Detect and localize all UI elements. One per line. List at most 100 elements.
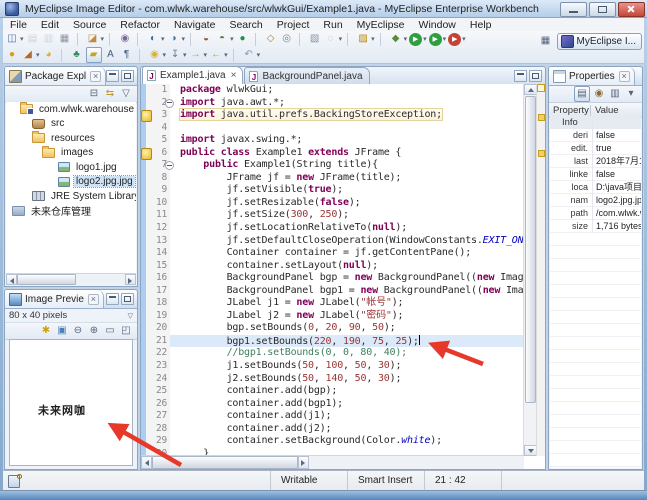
print-icon[interactable]: ▦ — [57, 32, 73, 46]
new-wizard-icon[interactable]: ◫▾ — [4, 32, 25, 46]
maximize-view-icon[interactable] — [121, 70, 134, 82]
show-categories-icon[interactable]: ▤ — [573, 86, 591, 102]
minimize-view-icon[interactable] — [106, 70, 119, 82]
code-line-1[interactable]: 1package wlwkGui; — [141, 84, 524, 97]
scroll-thumb[interactable] — [17, 274, 76, 285]
perspective-button[interactable]: MyEclipse I... — [557, 33, 642, 50]
tree-item-images[interactable]: images — [6, 146, 136, 161]
properties-menu-icon[interactable]: ▾ — [623, 87, 639, 101]
warning-marker[interactable] — [538, 150, 545, 157]
maximize-view-icon[interactable] — [121, 293, 134, 305]
scroll-right-icon[interactable] — [125, 274, 136, 285]
tree-item-com.wlwk.warehouse[interactable]: com.wlwk.warehouse — [6, 102, 136, 117]
preview-menu-icon[interactable]: ▽ — [128, 312, 133, 320]
maximize-button[interactable] — [589, 2, 616, 17]
code-line-27[interactable]: 27 container.add(j1); — [141, 410, 524, 423]
code-line-3[interactable]: 3import java.util.prefs.BackingStoreExce… — [141, 109, 524, 122]
code-line-6[interactable]: 6public class Example1 extends JFrame { — [141, 147, 524, 160]
save-all-icon[interactable]: ▥ — [41, 32, 57, 46]
code-line-13[interactable]: 13 jf.setDefaultCloseOperation(WindowCon… — [141, 235, 524, 248]
scroll-right-icon[interactable] — [298, 456, 309, 469]
menu-refactor[interactable]: Refactor — [113, 19, 167, 31]
property-row-edit.[interactable]: edit.true — [550, 142, 641, 155]
code-line-11[interactable]: 11 jf.setSize(300, 250); — [141, 209, 524, 222]
restore-defaults-icon[interactable]: ▥ — [607, 87, 623, 101]
run-icon[interactable]: ▶▾ — [408, 33, 428, 46]
code-line-14[interactable]: 14 Container container = jf.getContentPa… — [141, 247, 524, 260]
tree-item-未来仓库管理[interactable]: 未来仓库管理 — [6, 204, 136, 219]
update-site-icon[interactable]: ◉ — [117, 32, 133, 46]
code-line-12[interactable]: 12 jf.setLocationRelativeTo(null); — [141, 222, 524, 235]
actual-size-icon[interactable]: ▭ — [102, 324, 118, 338]
debug-user-icon[interactable]: ◐▾ — [145, 32, 166, 46]
code-line-20[interactable]: 20 bgp.setBounds(0, 20, 90, 50); — [141, 322, 524, 335]
code-line-8[interactable]: 8 JFrame jf = new JFrame(title); — [141, 172, 524, 185]
next-annotation-icon[interactable]: →▾ — [188, 48, 209, 62]
property-row-last[interactable]: last2018年7月13.. — [550, 155, 641, 168]
code-line-16[interactable]: 16 BackgroundPanel bgp = new BackgroundP… — [141, 272, 524, 285]
property-row-linke[interactable]: linkefalse — [550, 168, 641, 181]
minimize-editor-icon[interactable] — [514, 70, 527, 82]
menu-edit[interactable]: Edit — [34, 19, 66, 31]
show-image-icon[interactable]: ▣ — [54, 324, 70, 338]
close-button[interactable] — [618, 2, 645, 17]
close-package-explorer-icon[interactable]: × — [90, 71, 101, 82]
image-tool-icon[interactable]: ● — [4, 48, 20, 62]
property-column-header[interactable]: Property — [549, 105, 591, 116]
code-line-2[interactable]: 2import java.awt.*; — [141, 97, 524, 110]
deploy-icon[interactable]: ◌▾ — [323, 32, 344, 46]
scroll-thumb[interactable] — [525, 96, 536, 403]
zoom-out-icon[interactable]: ⊖ — [70, 324, 86, 338]
external-tools-icon[interactable]: ▶▾ — [447, 33, 467, 46]
scroll-left-icon[interactable] — [6, 274, 17, 285]
fast-view-icon[interactable] — [8, 475, 20, 488]
property-row-Info[interactable]: Info — [550, 116, 641, 129]
package-explorer-hscrollbar[interactable] — [6, 273, 136, 285]
scroll-thumb[interactable] — [152, 456, 298, 469]
property-row-loca[interactable]: locaD:\java项目\c.. — [550, 181, 641, 194]
last-edit-location-icon[interactable]: ↶▾ — [241, 48, 262, 62]
open-resource-icon[interactable]: ▨▾ — [355, 32, 376, 46]
menu-search[interactable]: Search — [222, 19, 269, 31]
menu-file[interactable]: File — [3, 19, 34, 31]
menu-help[interactable]: Help — [463, 19, 499, 31]
color-picker-icon[interactable]: ♣ — [69, 48, 85, 62]
value-column-header[interactable]: Value — [591, 105, 642, 116]
run-user-icon[interactable]: ◑▾ — [166, 32, 187, 46]
code-line-9[interactable]: 9 jf.setVisible(true); — [141, 184, 524, 197]
minimize-view-icon[interactable] — [106, 293, 119, 305]
view-menu-icon[interactable]: ▽ — [118, 87, 134, 101]
code-line-22[interactable]: 22 //bgp1.setBounds(0, 0, 80, 40); — [141, 347, 524, 360]
code-line-17[interactable]: 17 BackgroundPanel bgp1 = new Background… — [141, 285, 524, 298]
menu-myeclipse[interactable]: MyEclipse — [350, 19, 412, 31]
editor-tab-Example1.java[interactable]: Example1.java× — [142, 66, 243, 84]
code-line-29[interactable]: 29 container.setBackground(Color.white); — [141, 435, 524, 448]
warning-marker[interactable] — [538, 114, 545, 121]
link-with-editor-icon[interactable]: ⇆ — [102, 87, 118, 101]
text-tool-icon[interactable]: A — [103, 48, 119, 62]
code-editor[interactable]: 1package wlwkGui;2import java.awt.*;3imp… — [141, 84, 524, 456]
local-history-icon[interactable]: ◎ — [279, 32, 295, 46]
code-line-21[interactable]: 21 bgp1.setBounds(220, 190, 75, 25); — [141, 335, 524, 348]
property-row-nam[interactable]: namlogo2.jpg.jpg — [550, 194, 641, 207]
menu-navigate[interactable]: Navigate — [167, 19, 222, 31]
tree-item-resources[interactable]: resources — [6, 131, 136, 146]
show-whitespace-icon[interactable]: ¶ — [119, 48, 135, 62]
code-line-18[interactable]: 18 JLabel j1 = new JLabel("帐号"); — [141, 297, 524, 310]
image-preview-tab[interactable]: Image Previe × — [5, 290, 104, 308]
code-line-25[interactable]: 25 container.add(bgp); — [141, 385, 524, 398]
menu-run[interactable]: Run — [316, 19, 349, 31]
run-history-icon[interactable]: ▶▾ — [428, 33, 448, 46]
import-wizard-icon[interactable]: ◓▾ — [214, 32, 235, 46]
open-directory-icon[interactable]: ◇ — [263, 32, 279, 46]
code-line-7[interactable]: 7 public Example1(String title){ — [141, 159, 524, 172]
save-icon[interactable]: ▤ — [25, 32, 41, 46]
code-line-23[interactable]: 23 j1.setBounds(50, 100, 50, 30); — [141, 360, 524, 373]
mark-occurrences-icon[interactable]: ↧▾ — [167, 48, 188, 62]
fit-window-icon[interactable]: ◰ — [118, 324, 134, 338]
synchronize-icon[interactable]: ◒ — [198, 32, 214, 46]
overview-ruler[interactable] — [536, 84, 545, 456]
tree-item-JRE System Library [Jav[interactable]: JRE System Library [Jav — [6, 189, 136, 204]
close-properties-icon[interactable]: × — [619, 71, 630, 82]
fold-collapse-icon[interactable] — [165, 99, 174, 108]
